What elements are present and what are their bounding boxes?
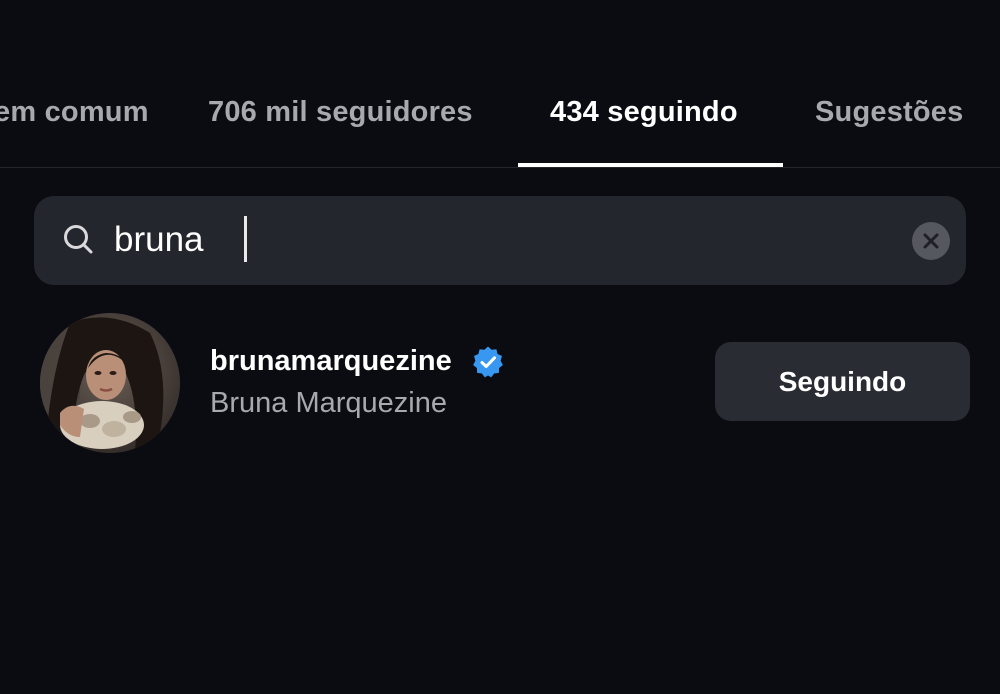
tab-mutual[interactable]: em comum — [0, 96, 149, 129]
clear-search-button[interactable] — [912, 222, 950, 260]
following-button[interactable]: Seguindo — [715, 342, 970, 421]
tab-suggestions[interactable]: Sugestões — [815, 96, 963, 129]
profile-photo — [40, 313, 180, 453]
search-input[interactable] — [114, 212, 874, 268]
verified-badge-icon — [473, 346, 503, 378]
text-cursor — [244, 216, 247, 262]
list-item[interactable]: brunamarquezine Bruna Marquezine Seguind… — [0, 305, 1000, 455]
active-tab-indicator — [518, 163, 783, 167]
tab-followers[interactable]: 706 mil seguidores — [208, 96, 473, 129]
search-bar[interactable] — [34, 196, 966, 285]
search-icon — [64, 225, 93, 254]
following-list-screen: em comum 706 mil seguidores 434 seguindo… — [0, 0, 1000, 694]
username[interactable]: brunamarquezine — [210, 345, 452, 378]
follow-tabs: em comum 706 mil seguidores 434 seguindo… — [0, 70, 1000, 168]
full-name: Bruna Marquezine — [210, 387, 447, 419]
avatar[interactable] — [40, 313, 180, 453]
clear-icon — [923, 233, 939, 249]
tab-following[interactable]: 434 seguindo — [550, 96, 738, 129]
